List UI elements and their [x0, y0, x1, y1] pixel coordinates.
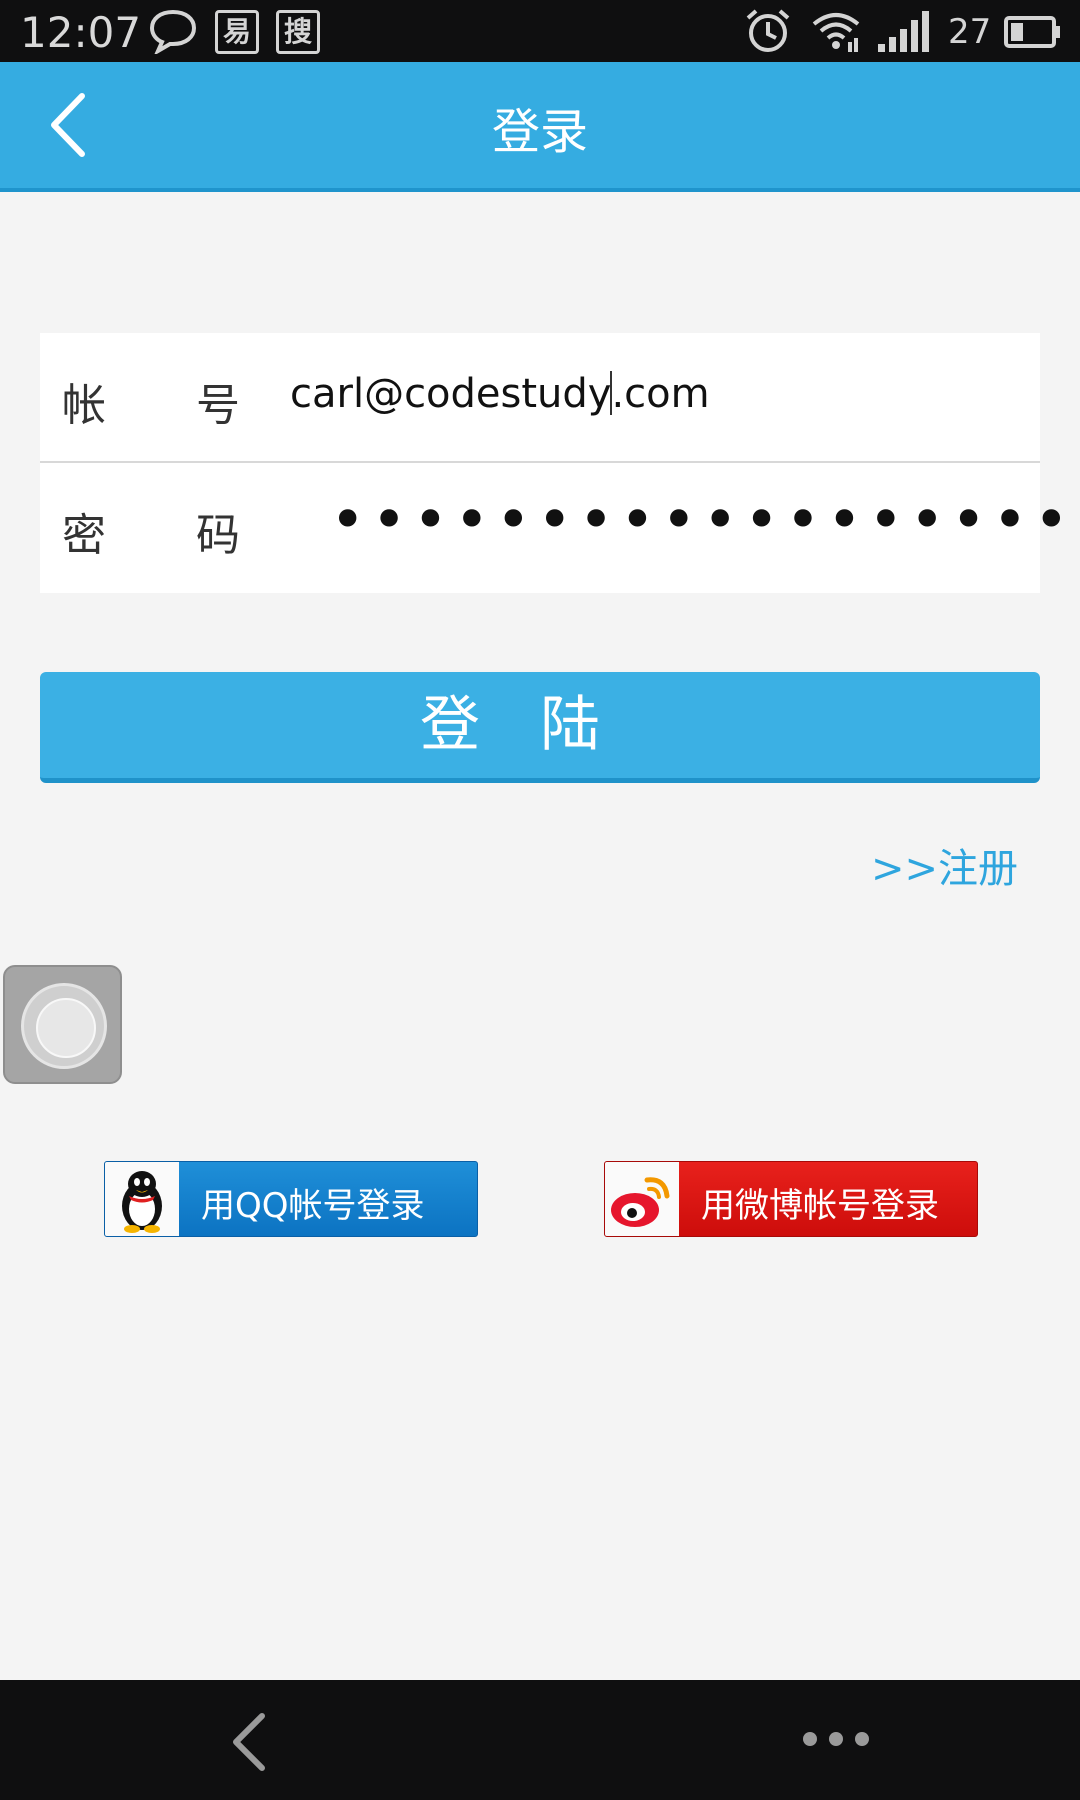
signal-icon: [878, 11, 929, 52]
account-value-start: carl@codestudy: [290, 371, 612, 417]
qq-login-button[interactable]: 用QQ帐号登录: [104, 1161, 478, 1237]
assistive-touch-button[interactable]: [3, 965, 122, 1084]
login-screen: 12:07 易 搜 27 登录 帐 号 carl@codestudy.com 密…: [0, 0, 1080, 1800]
account-row: 帐 号 carl@codestudy.com: [40, 333, 1040, 463]
login-form: 帐 号 carl@codestudy.com 密 码 •••••••••••••…: [40, 333, 1080, 593]
battery-percent: 27: [948, 12, 992, 52]
weibo-login-button[interactable]: 用微博帐号登录: [604, 1161, 978, 1237]
back-icon[interactable]: [222, 1710, 282, 1774]
password-label-char-1: 密: [62, 510, 106, 561]
more-icon[interactable]: [800, 1724, 872, 1754]
account-label-char-1: 帐: [62, 380, 106, 431]
wifi-icon: [812, 13, 860, 52]
sou-app-glyph: 搜: [283, 15, 312, 48]
battery-icon: [1004, 16, 1060, 48]
password-label-char-2: 码: [196, 510, 240, 561]
weibo-login-label: 用微博帐号登录: [701, 1186, 939, 1226]
assistive-touch-icon: [21, 983, 107, 1069]
weibo-logo-svg: [611, 1177, 670, 1227]
login-button[interactable]: 登陆: [40, 672, 1040, 783]
status-time: 12:07: [20, 8, 142, 57]
sou-app-icon: 搜: [276, 10, 320, 54]
weibo-logo-icon: [605, 1162, 679, 1236]
title-bar: 登录: [0, 62, 1080, 192]
assistive-touch-inner-ring: [36, 998, 96, 1058]
navigation-bar: [0, 1680, 1080, 1800]
status-bar: 12:07 易 搜 27: [0, 0, 1080, 62]
qq-penguin-svg: [122, 1171, 162, 1233]
alarm-icon: [746, 9, 790, 52]
chat-bubble-icon: [149, 9, 197, 54]
password-row: 密 码 •••••••••••••••••••: [40, 463, 1080, 593]
account-value-end: .com: [611, 371, 710, 417]
account-label-char-2: 号: [196, 380, 240, 431]
qq-penguin-icon: [105, 1162, 179, 1236]
password-label: 密 码: [62, 499, 240, 563]
page-title: 登录: [491, 104, 588, 160]
account-input[interactable]: carl@codestudy.com: [290, 371, 710, 417]
yi-app-icon: 易: [215, 10, 259, 54]
register-link[interactable]: >>注册: [871, 836, 1018, 894]
yi-app-glyph: 易: [222, 15, 251, 48]
account-label: 帐 号: [62, 369, 240, 433]
qq-login-label: 用QQ帐号登录: [201, 1186, 425, 1226]
password-input[interactable]: •••••••••••••••••••: [330, 485, 1080, 555]
